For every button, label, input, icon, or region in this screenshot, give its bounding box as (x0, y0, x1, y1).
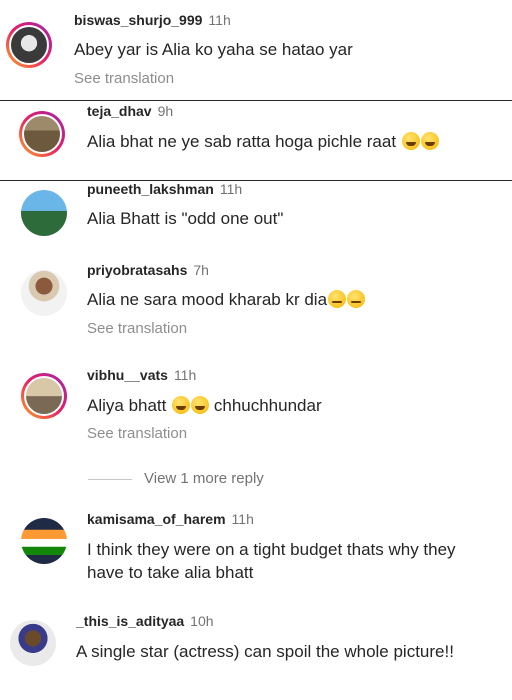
username[interactable]: biswas_shurjo_999 (74, 12, 202, 28)
timestamp: 11h (231, 511, 254, 527)
comment-text: A single star (actress) can spoil the wh… (76, 642, 454, 661)
see-translation-link[interactable]: See translation (87, 320, 187, 337)
comment-meta: _this_is_adityaa 10h (76, 613, 214, 629)
timestamp: 11h (208, 12, 231, 28)
username[interactable]: priyobratasahs (87, 262, 187, 278)
username[interactable]: _this_is_adityaa (76, 613, 184, 629)
avatar-image (21, 518, 67, 564)
comment-text: Aliya bhatt chhuchhundar (87, 394, 507, 417)
see-translation-link[interactable]: See translation (87, 425, 187, 442)
view-more-label[interactable]: View 1 more reply (144, 470, 264, 487)
avatar[interactable] (21, 270, 67, 316)
avatar-image (21, 270, 67, 316)
timestamp: 11h (173, 367, 197, 383)
comment-meta: biswas_shurjo_999 11h (74, 12, 231, 28)
avatar[interactable] (21, 373, 67, 419)
comment-text: Alia ne sara mood kharab kr dia (87, 288, 507, 311)
avatar-image (22, 114, 62, 154)
comment-meta: puneeth_lakshman 11h (87, 181, 242, 197)
comment-meta: vibhu__vats 11h (87, 367, 196, 383)
view-more-replies[interactable]: View 1 more reply (88, 470, 264, 487)
comment-text: Alia Bhatt is "odd one out" (87, 209, 284, 228)
grinning-squinting-face-icon (401, 132, 420, 150)
divider (0, 100, 512, 101)
see-translation-link[interactable]: See translation (74, 70, 174, 87)
avatar-image (10, 620, 56, 666)
comment-text-body: Alia ne sara mood kharab kr dia (87, 290, 328, 309)
comment-meta: kamisama_of_harem 11h (87, 511, 254, 527)
avatar[interactable] (10, 620, 56, 666)
avatar[interactable] (19, 111, 65, 157)
timestamp: 9h (157, 103, 174, 119)
grinning-squinting-face-icon (191, 396, 210, 414)
confounded-face-icon (347, 290, 366, 308)
comment-text: I think they were on a tight budget that… (87, 540, 456, 582)
comment-text-body: Alia bhat ne ye sab ratta hoga pichle ra… (87, 132, 397, 151)
comment-text-body: Aliya bhatt (87, 396, 167, 415)
divider (0, 180, 512, 181)
grinning-squinting-face-icon (420, 132, 439, 150)
confounded-face-icon (328, 290, 347, 308)
comment-meta: teja_dhav 9h (87, 103, 173, 119)
avatar[interactable] (6, 22, 52, 68)
timestamp: 11h (219, 181, 243, 197)
avatar-image (21, 190, 67, 236)
timestamp: 10h (190, 613, 214, 629)
username[interactable]: puneeth_lakshman (87, 181, 214, 197)
comment-text: Alia bhat ne ye sab ratta hoga pichle ra… (87, 130, 507, 153)
username[interactable]: vibhu__vats (87, 367, 168, 383)
grinning-squinting-face-icon (172, 396, 191, 414)
comment-text-body: chhuchhundar (213, 396, 322, 415)
avatar[interactable] (21, 190, 67, 236)
avatar-image (9, 25, 49, 65)
timestamp: 7h (193, 262, 209, 278)
username[interactable]: kamisama_of_harem (87, 511, 226, 527)
avatar[interactable] (21, 518, 67, 564)
avatar-image (24, 376, 64, 416)
comment-meta: priyobratasahs 7h (87, 262, 209, 278)
comment-text: Abey yar is Alia ko yaha se hatao yar (74, 40, 353, 59)
divider-line (88, 478, 132, 480)
username[interactable]: teja_dhav (87, 103, 152, 119)
